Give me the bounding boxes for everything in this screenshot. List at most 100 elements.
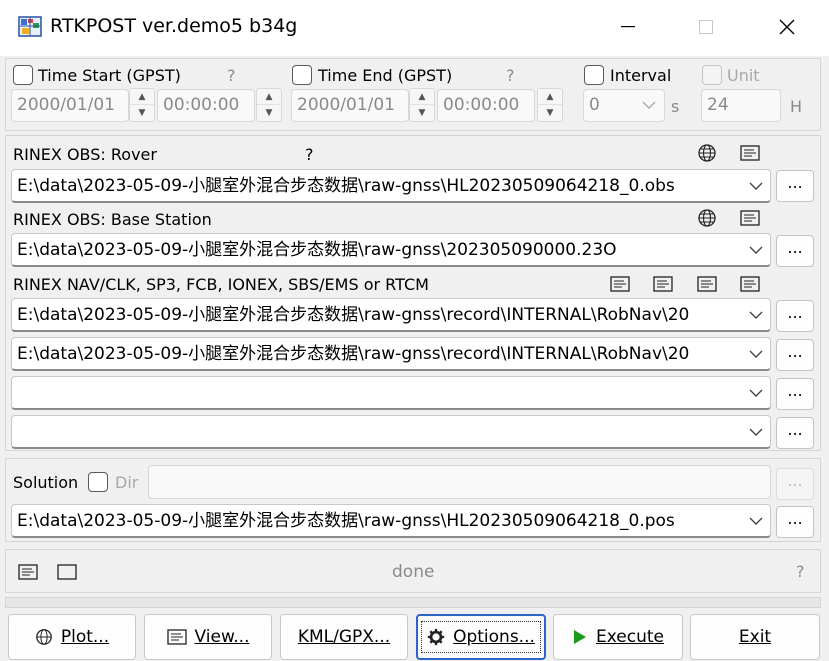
exit-button[interactable]: Exit [690,614,820,660]
nav-browse-button-2[interactable]: ... [776,339,814,371]
spin-down-icon[interactable]: ▼ [410,105,434,121]
nav-browse-button-3[interactable]: ... [776,378,814,410]
plot-icon [36,629,52,645]
rover-help[interactable]: ? [305,144,314,166]
end-date-spinner[interactable]: ▲ ▼ [409,88,435,122]
base-file-combo[interactable]: E:\data\2023-05-09-小腿室外混合步态数据\raw-gnss\2… [11,233,771,267]
time-end-help[interactable]: ? [506,65,515,87]
base-file-path: E:\data\2023-05-09-小腿室外混合步态数据\raw-gnss\2… [17,240,617,260]
text-viewer-icon[interactable] [740,274,760,294]
window-title: RTKPOST ver.demo5 b34g [50,15,298,37]
text-viewer-icon[interactable] [740,208,760,228]
maximize-button[interactable] [684,10,728,44]
progress-bar [5,597,821,608]
chevron-down-icon[interactable] [748,243,764,257]
gear-icon [427,628,445,646]
time-start-help[interactable]: ? [227,65,236,87]
text-viewer-icon[interactable] [697,274,717,294]
text-viewer-icon[interactable] [610,274,630,294]
unit-input[interactable]: 24 [701,89,781,122]
nav-browse-button-1[interactable]: ... [776,300,814,332]
spin-up-icon[interactable]: ▲ [410,89,434,105]
nav-file-path-1: E:\data\2023-05-09-小腿室外混合步态数据\raw-gnss\r… [17,305,690,325]
solution-file-combo[interactable]: E:\data\2023-05-09-小腿室外混合步态数据\raw-gnss\H… [11,504,771,538]
dir-browse-button[interactable]: ... [776,468,814,500]
close-button[interactable] [765,10,809,44]
chevron-down-icon[interactable] [748,179,764,193]
unit-hours-label: H [790,97,803,116]
start-date-spinner[interactable]: ▲ ▼ [129,88,155,122]
chevron-down-icon[interactable] [748,425,764,439]
chevron-down-icon[interactable] [748,386,764,400]
interval-label: Interval [610,66,672,85]
spin-up-icon[interactable]: ▲ [538,89,562,105]
dir-checkbox[interactable] [88,472,108,492]
solution-file-path: E:\data\2023-05-09-小腿室外混合步态数据\raw-gnss\H… [17,511,675,531]
spin-down-icon[interactable]: ▼ [257,105,281,121]
interval-unit: s [671,97,680,116]
plot-button[interactable]: Plot... [8,614,136,660]
text-viewer-icon [166,629,187,645]
kml-label: KML/GPX... [297,627,391,647]
unit-checkbox[interactable] [702,65,722,85]
nav-file-combo-3[interactable] [11,376,771,410]
chevron-down-icon[interactable] [748,514,764,528]
rover-file-path: E:\data\2023-05-09-小腿室外混合步态数据\raw-gnss\H… [17,176,675,196]
execute-label: Execute [596,627,664,647]
nav-file-combo-2[interactable]: E:\data\2023-05-09-小腿室外混合步态数据\raw-gnss\r… [11,337,771,371]
start-date-input[interactable]: 2000/01/01 [11,89,129,122]
view-button[interactable]: View... [144,614,272,660]
play-icon [574,630,586,644]
time-start-label: Time Start (GPST) [38,66,181,85]
interval-select[interactable]: 0 [583,89,665,122]
interval-checkbox[interactable] [584,65,604,85]
dir-label: Dir [115,473,139,492]
spin-down-icon[interactable]: ▼ [538,105,562,121]
kml-button[interactable]: KML/GPX... [280,614,408,660]
minimize-button[interactable] [606,10,650,44]
solution-browse-button[interactable]: ... [776,506,814,538]
base-browse-button[interactable]: ... [776,235,814,267]
spin-up-icon[interactable]: ▲ [130,89,154,105]
base-label: RINEX OBS: Base Station [13,210,212,229]
unit-label: Unit [727,66,760,85]
text-viewer-icon[interactable] [18,562,38,582]
time-start-checkbox[interactable] [13,65,33,85]
end-time-input[interactable]: 00:00:00 [437,89,535,122]
nav-file-path-2: E:\data\2023-05-09-小腿室外混合步态数据\raw-gnss\r… [17,344,690,364]
text-viewer-icon[interactable] [740,143,760,163]
globe-icon[interactable] [697,208,717,228]
end-date-input[interactable]: 2000/01/01 [291,89,409,122]
options-button[interactable]: Options... [416,614,546,660]
end-time-spinner[interactable]: ▲ ▼ [537,88,563,122]
interval-value: 0 [589,95,600,115]
plot-label: Plot... [60,627,110,647]
dir-input[interactable] [148,465,771,499]
globe-icon[interactable] [697,143,717,163]
view-label: View... [194,627,250,647]
nav-browse-button-4[interactable]: ... [776,417,814,449]
execute-button[interactable]: Execute [553,614,683,660]
spin-up-icon[interactable]: ▲ [257,89,281,105]
start-time-spinner[interactable]: ▲ ▼ [256,88,282,122]
solution-label: Solution [13,473,79,492]
status-help[interactable]: ? [796,561,805,583]
status-message: done [392,562,435,582]
text-viewer-icon[interactable] [653,274,673,294]
time-end-label: Time End (GPST) [318,66,453,85]
rover-file-combo[interactable]: E:\data\2023-05-09-小腿室外混合步态数据\raw-gnss\H… [11,169,771,203]
time-end-checkbox[interactable] [292,65,312,85]
app-icon [18,14,42,38]
blank-window-icon[interactable] [57,562,77,582]
spin-down-icon[interactable]: ▼ [130,105,154,121]
rover-browse-button[interactable]: ... [776,170,814,202]
nav-file-combo-4[interactable] [11,415,771,449]
options-label: Options... [453,627,535,647]
nav-file-combo-1[interactable]: E:\data\2023-05-09-小腿室外混合步态数据\raw-gnss\r… [11,298,771,332]
start-time-input[interactable]: 00:00:00 [157,89,255,122]
rover-label: RINEX OBS: Rover [13,145,157,164]
exit-label: Exit [738,627,772,647]
chevron-down-icon [642,101,656,109]
chevron-down-icon[interactable] [748,347,764,361]
chevron-down-icon[interactable] [748,308,764,322]
